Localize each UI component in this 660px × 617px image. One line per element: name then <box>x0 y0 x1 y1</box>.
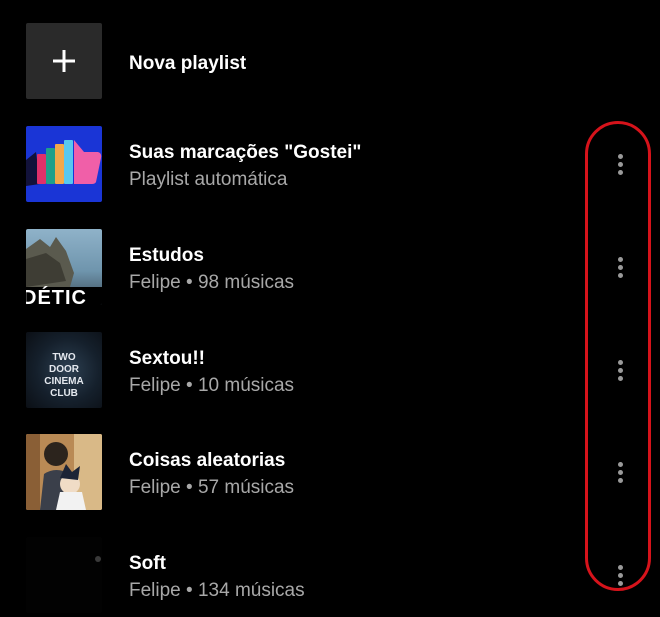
liked-playlist-cover <box>26 126 102 202</box>
new-playlist-label: Nova playlist <box>129 53 247 74</box>
estudos-playlist-cover: DÉTIC <box>26 229 102 305</box>
more-vertical-icon[interactable] <box>606 250 634 284</box>
sextou-playlist-cover: TWO DOOR CINEMA CLUB <box>26 332 102 408</box>
playlist-item-sextou[interactable]: TWO DOOR CINEMA CLUB Sextou!! Felipe • 1… <box>0 332 660 412</box>
playlist-subtitle: Playlist automática <box>129 169 288 190</box>
cover-text: TWO DOOR CINEMA CLUB <box>44 352 84 399</box>
playlist-item-estudos[interactable]: DÉTIC Estudos Felipe • 98 músicas <box>0 229 660 309</box>
cover-text: DÉTIC <box>26 287 87 305</box>
playlist-subtitle: Felipe • 57 músicas <box>129 477 295 498</box>
playlist-title: Coisas aleatorias <box>129 450 286 471</box>
more-vertical-icon[interactable] <box>606 353 634 387</box>
playlist-subtitle: Felipe • 134 músicas <box>129 580 305 601</box>
playlist-subtitle: Felipe • 98 músicas <box>129 272 295 293</box>
plus-icon <box>26 23 102 99</box>
coisas-aleatorias-playlist-cover <box>26 434 102 510</box>
playlist-title: Soft <box>129 553 166 574</box>
playlist-subtitle: Felipe • 10 músicas <box>129 375 295 396</box>
new-playlist-row[interactable]: Nova playlist <box>0 23 660 103</box>
playlist-title: Estudos <box>129 245 204 266</box>
more-vertical-icon[interactable] <box>606 147 634 181</box>
playlist-item-coisas-aleatorias[interactable]: Coisas aleatorias Felipe • 57 músicas <box>0 434 660 514</box>
playlist-item-liked[interactable]: Suas marcações "Gostei" Playlist automát… <box>0 126 660 206</box>
soft-playlist-cover <box>26 537 102 613</box>
more-vertical-icon[interactable] <box>606 455 634 489</box>
playlist-title: Sextou!! <box>129 348 205 369</box>
playlist-item-soft[interactable]: Soft Felipe • 134 músicas <box>0 537 660 617</box>
playlist-title: Suas marcações "Gostei" <box>129 142 362 163</box>
more-vertical-icon[interactable] <box>606 558 634 592</box>
